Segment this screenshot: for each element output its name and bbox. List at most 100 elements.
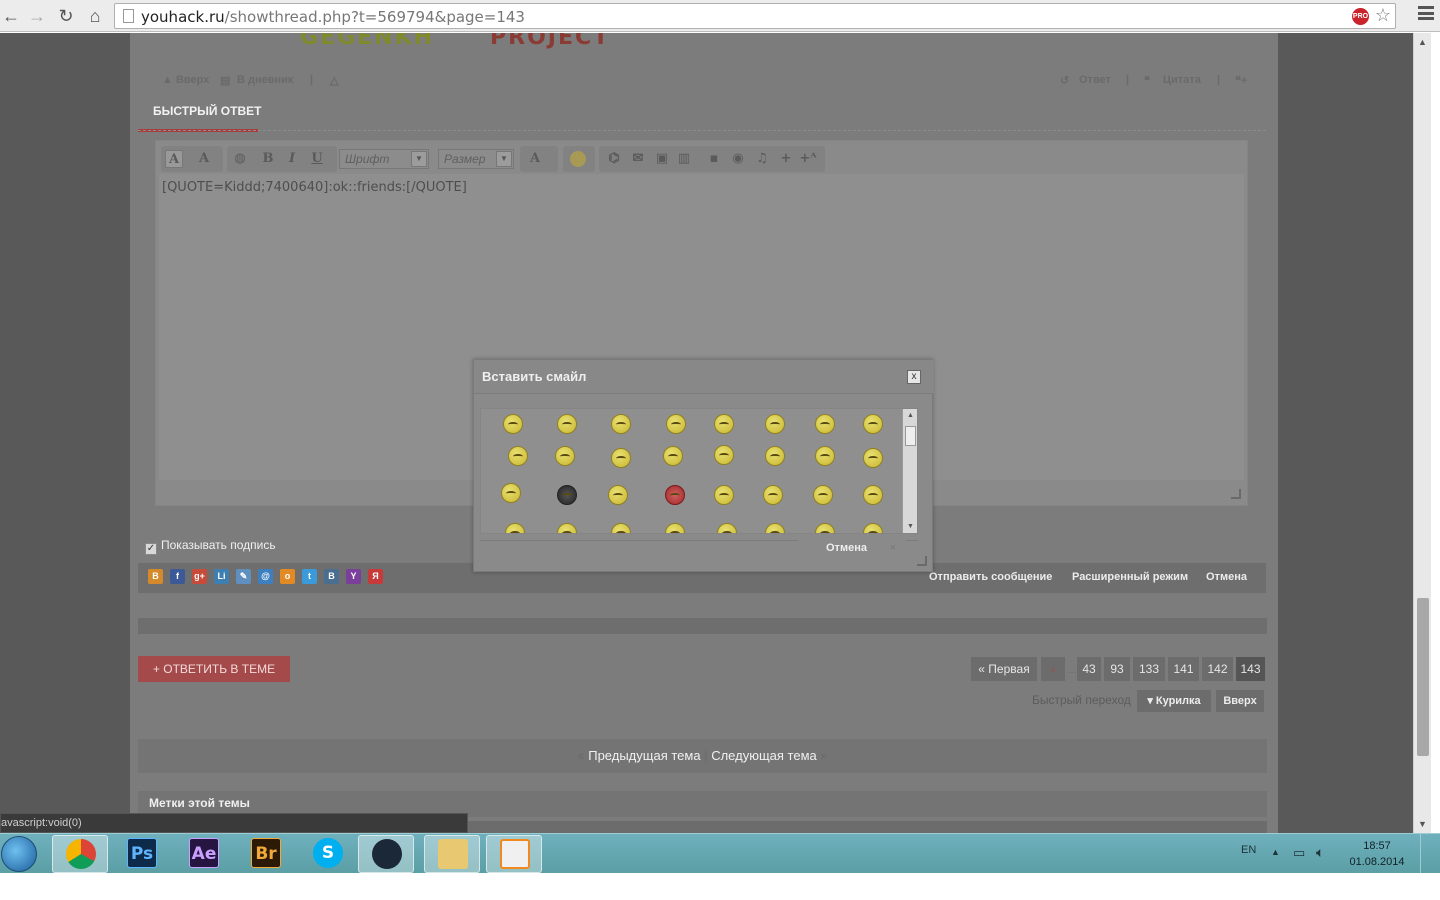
link-icon[interactable]: ⌬: [605, 150, 623, 168]
show-desktop-button[interactable]: [1420, 834, 1440, 874]
remove-format-icon[interactable]: A: [165, 150, 183, 168]
bookmark-star-icon[interactable]: ☆: [1375, 5, 1391, 26]
email-icon[interactable]: ✉: [629, 150, 647, 168]
smiley-item[interactable]: [863, 485, 883, 505]
quote-block-icon[interactable]: ▪: [705, 150, 723, 168]
scroll-thumb[interactable]: [1417, 598, 1429, 756]
taskbar-app-bridge[interactable]: Br: [238, 835, 294, 873]
forum-jump-select[interactable]: ▾ Курилка: [1137, 690, 1211, 712]
taskbar-app-chrome[interactable]: [52, 835, 108, 873]
page-link[interactable]: 142: [1202, 657, 1233, 681]
send-message-button[interactable]: Отправить сообщение: [929, 571, 1052, 583]
smiley-item[interactable]: [503, 414, 523, 434]
taskbar-app-after-effects[interactable]: Ae: [176, 835, 232, 873]
taskbar-app-media-player[interactable]: [486, 835, 542, 873]
smiley-item[interactable]: [714, 485, 734, 505]
spellcheck-icon[interactable]: ◍: [231, 150, 249, 168]
taskbar-app-skype[interactable]: S: [300, 835, 356, 873]
network-icon[interactable]: ▭: [1293, 845, 1305, 861]
warning-icon[interactable]: △: [330, 74, 338, 87]
cancel-button[interactable]: Отмена: [1206, 571, 1247, 583]
smiley-item[interactable]: [765, 414, 785, 434]
smiley-item[interactable]: [717, 523, 737, 533]
reply-in-thread-button[interactable]: + ОТВЕТИТЬ В ТЕМЕ: [138, 656, 290, 682]
prev-thread-link[interactable]: Предыдущая тема: [588, 748, 700, 763]
address-bar[interactable]: youhack.ru/showthread.php?t=569794&page=…: [114, 3, 1396, 29]
post-diary-link[interactable]: В дневник: [237, 74, 293, 86]
page-link[interactable]: 43: [1077, 657, 1101, 681]
underline-icon[interactable]: U: [308, 150, 326, 168]
image-icon[interactable]: ▣: [653, 150, 671, 168]
page-link[interactable]: 133: [1133, 657, 1165, 681]
page-link[interactable]: 93: [1104, 657, 1130, 681]
system-clock[interactable]: 18:57 01.08.2014: [1348, 838, 1406, 870]
advanced-mode-button[interactable]: Расширенный режим: [1072, 571, 1188, 583]
bold-icon[interactable]: B: [259, 150, 277, 168]
post-reply-link[interactable]: Ответ: [1079, 74, 1111, 86]
start-button[interactable]: [1, 836, 37, 872]
smiley-item[interactable]: [663, 446, 683, 466]
size-select[interactable]: Размер ▼: [438, 149, 514, 169]
blogger-icon[interactable]: B: [148, 569, 163, 584]
smiley-item[interactable]: [505, 523, 525, 533]
switch-mode-icon[interactable]: A: [195, 150, 213, 168]
pro-extension-icon[interactable]: PRO: [1352, 8, 1369, 25]
yahoo-icon[interactable]: Y: [346, 569, 361, 584]
font-select[interactable]: Шрифт ▼: [339, 149, 429, 169]
odnoklassniki-icon[interactable]: о: [280, 569, 295, 584]
video-icon[interactable]: ▥: [675, 150, 693, 168]
italic-icon[interactable]: I: [283, 150, 301, 168]
smiley-item[interactable]: [555, 446, 575, 466]
smiley-item[interactable]: [508, 446, 528, 466]
post-quote-link[interactable]: Цитата: [1163, 74, 1201, 86]
smiley-item[interactable]: [714, 414, 734, 434]
smiley-item[interactable]: [815, 446, 835, 466]
taskbar-app-photoshop[interactable]: Ps: [114, 835, 170, 873]
smiley-item[interactable]: [666, 414, 686, 434]
page-link[interactable]: 141: [1168, 657, 1199, 681]
scroll-down-icon[interactable]: ▼: [1418, 819, 1427, 829]
multiquote-icon[interactable]: ❝+: [1235, 74, 1247, 87]
smiley-item[interactable]: [665, 523, 685, 533]
close-icon[interactable]: x: [907, 370, 921, 384]
signature-checkbox[interactable]: ✓: [145, 543, 157, 555]
next-thread-link[interactable]: Следующая тема: [711, 748, 817, 763]
smiley-icon[interactable]: [570, 151, 586, 167]
first-page-link[interactable]: « Первая: [971, 657, 1037, 681]
smiley-item[interactable]: [763, 485, 783, 505]
expand-icon[interactable]: +ᴬ: [799, 150, 817, 168]
smiley-item[interactable]: [863, 523, 883, 533]
scroll-thumb[interactable]: [905, 426, 916, 446]
resize-handle[interactable]: [1231, 489, 1241, 499]
add-icon[interactable]: +: [777, 150, 795, 168]
smiley-item[interactable]: [557, 523, 577, 533]
google-plus-icon[interactable]: g+: [192, 569, 207, 584]
taskbar-app-steam[interactable]: [358, 835, 414, 873]
smiley-item[interactable]: [765, 523, 785, 533]
text-color-icon[interactable]: A: [526, 150, 544, 168]
browser-menu-icon[interactable]: [1418, 6, 1434, 20]
tray-expand-icon[interactable]: ▲: [1271, 847, 1280, 857]
smiley-item[interactable]: [714, 445, 734, 465]
smiley-item[interactable]: [557, 414, 577, 434]
scroll-up-icon[interactable]: ▲: [1418, 37, 1427, 47]
smiley-item[interactable]: [611, 448, 631, 468]
back-arrow-icon[interactable]: ←: [0, 5, 22, 27]
scroll-up-icon[interactable]: ▲: [907, 412, 914, 419]
spoiler-icon[interactable]: ◉: [729, 150, 747, 168]
vkontakte-icon[interactable]: B: [324, 569, 339, 584]
yandex-icon[interactable]: Я: [368, 569, 383, 584]
facebook-icon[interactable]: f: [170, 569, 185, 584]
music-icon[interactable]: ♫: [753, 150, 771, 168]
smiley-item[interactable]: [863, 414, 883, 434]
volume-icon[interactable]: 🔈︎: [1316, 844, 1324, 861]
language-indicator[interactable]: EN: [1241, 844, 1256, 856]
forward-arrow-icon[interactable]: →: [26, 5, 48, 27]
twitter-icon[interactable]: t: [302, 569, 317, 584]
liveinternet-icon[interactable]: Li: [214, 569, 229, 584]
mailru-icon[interactable]: @: [258, 569, 273, 584]
smiley-item[interactable]: [608, 485, 628, 505]
smiley-item[interactable]: [863, 448, 883, 468]
page-scrollbar[interactable]: ▲ ▼: [1413, 33, 1431, 833]
bomb-smiley[interactable]: [557, 485, 577, 505]
